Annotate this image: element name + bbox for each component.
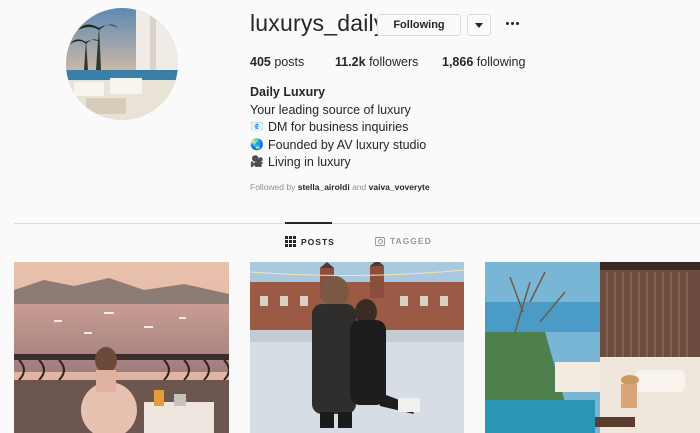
bio-line: 🎥 Living in luxury [250, 154, 430, 172]
bio-line: Your leading source of luxury [250, 102, 411, 117]
post-thumbnail[interactable] [485, 262, 700, 433]
bio-line: 🌏 Founded by AV luxury studio [250, 137, 430, 155]
followers-link[interactable]: 11.2k followers [335, 55, 418, 69]
posts-count-value: 405 [250, 55, 271, 69]
post-thumbnail[interactable] [14, 262, 229, 433]
following-count-label: following [476, 55, 526, 69]
followers-count-value: 11.2k [335, 55, 366, 69]
active-tab-indicator [285, 222, 332, 224]
more-options-icon[interactable] [503, 14, 521, 32]
profile-avatar[interactable] [66, 8, 178, 120]
followed-by: Followed by stella_airoldi and vaiva_vov… [250, 179, 430, 197]
profile-username: luxurys_daily [250, 10, 386, 36]
caret-down-icon [475, 22, 483, 28]
following-count-value: 1,866 [442, 55, 474, 69]
bio-line-text: Living in luxury [268, 155, 351, 169]
bio-name: Daily Luxury [250, 85, 326, 99]
followed-by-user-link[interactable]: stella_airoldi [298, 182, 350, 192]
post-thumbnail[interactable] [250, 262, 464, 433]
camera-emoji-icon: 🎥 [250, 156, 264, 168]
tabs-divider [14, 223, 700, 224]
tab-posts[interactable]: POSTS [285, 236, 335, 247]
profile-bio: Daily Luxury Your leading source of luxu… [250, 84, 430, 196]
bio-line: 📧 DM for business inquiries [250, 119, 430, 137]
suggestions-dropdown-button[interactable] [467, 14, 491, 36]
globe-emoji-icon: 🌏 [250, 138, 264, 151]
following-link[interactable]: 1,866 following [442, 55, 525, 69]
followed-by-user-link[interactable]: vaiva_voveryte [369, 182, 430, 192]
email-emoji-icon: 📧 [250, 121, 264, 133]
tab-tagged[interactable]: TAGGED [375, 236, 432, 246]
bio-line-text: Founded by AV luxury studio [268, 137, 427, 152]
followed-by-prefix: Followed by [250, 181, 296, 192]
posts-count-label: posts [274, 55, 305, 69]
followers-count-label: followers [369, 55, 419, 69]
bio-line-text: DM for business inquiries [268, 120, 409, 134]
following-button[interactable]: Following [377, 14, 461, 36]
posts-count: 405 posts [250, 55, 304, 69]
tab-tagged-label: TAGGED [390, 236, 432, 246]
tab-posts-label: POSTS [301, 236, 335, 247]
grid-icon [285, 236, 296, 247]
followed-by-and: and [352, 181, 367, 192]
tag-icon [375, 236, 385, 246]
